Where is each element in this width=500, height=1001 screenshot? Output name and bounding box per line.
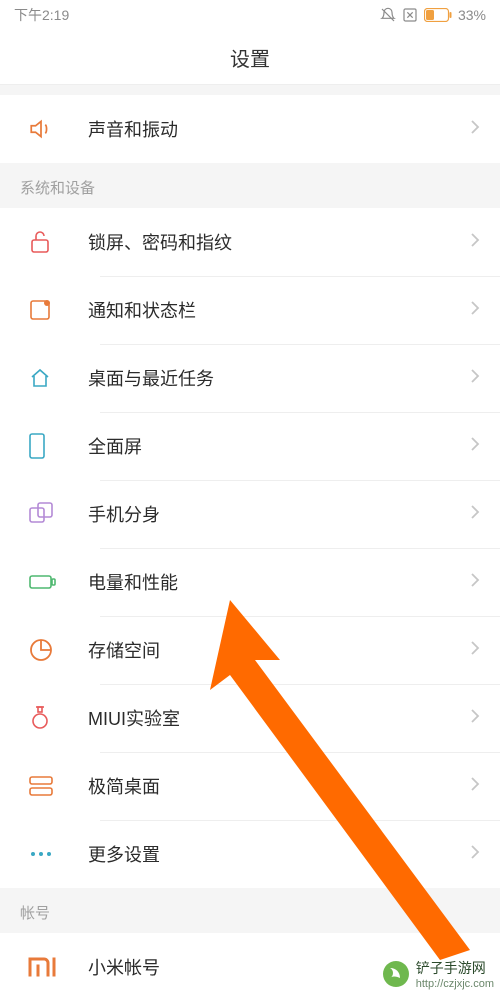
row-label: 更多设置 xyxy=(88,841,470,867)
section-header-account: 帐号 xyxy=(0,888,500,933)
lab-icon xyxy=(28,705,52,731)
row-label: 极简桌面 xyxy=(88,773,470,799)
battery-pct: 33% xyxy=(458,7,486,23)
watermark-logo-icon xyxy=(382,960,410,988)
row-label: 桌面与最近任务 xyxy=(88,365,470,391)
chevron-right-icon xyxy=(470,368,480,389)
chevron-right-icon xyxy=(470,232,480,253)
row-lockscreen[interactable]: 锁屏、密码和指纹 xyxy=(0,208,500,276)
row-label: MIUI实验室 xyxy=(88,705,470,731)
watermark-url: http://czjxjc.com xyxy=(416,978,494,990)
row-more-settings[interactable]: 更多设置 xyxy=(0,820,500,888)
row-miui-lab[interactable]: MIUI实验室 xyxy=(0,684,500,752)
chevron-right-icon xyxy=(470,119,480,140)
dual-apps-icon xyxy=(28,501,54,527)
simple-desktop-icon xyxy=(28,775,54,797)
storage-icon xyxy=(28,637,54,663)
row-label: 电量和性能 xyxy=(88,569,470,595)
row-label: 手机分身 xyxy=(88,501,470,527)
chevron-right-icon xyxy=(470,640,480,661)
status-time: 下午2:19 xyxy=(14,5,69,25)
chevron-right-icon xyxy=(470,708,480,729)
battery-icon xyxy=(424,8,452,22)
row-notification-bar[interactable]: 通知和状态栏 xyxy=(0,276,500,344)
fullscreen-icon xyxy=(28,432,46,460)
lock-icon xyxy=(28,229,52,255)
status-indicators: 33% xyxy=(380,7,486,23)
row-fullscreen[interactable]: 全面屏 xyxy=(0,412,500,480)
watermark-name: 铲子手游网 xyxy=(416,958,494,978)
row-dual-apps[interactable]: 手机分身 xyxy=(0,480,500,548)
row-storage[interactable]: 存储空间 xyxy=(0,616,500,684)
home-icon xyxy=(28,366,52,390)
chevron-right-icon xyxy=(470,436,480,457)
battery-perf-icon xyxy=(28,573,56,591)
chevron-right-icon xyxy=(470,300,480,321)
chevron-right-icon xyxy=(470,504,480,525)
row-label: 存储空间 xyxy=(88,637,470,663)
sound-icon xyxy=(28,116,54,142)
section-header-system: 系统和设备 xyxy=(0,163,500,208)
chevron-right-icon xyxy=(470,776,480,797)
more-icon xyxy=(28,849,54,859)
row-label: 声音和振动 xyxy=(88,116,470,142)
close-box-icon xyxy=(402,7,418,23)
watermark: 铲子手游网 http://czjxjc.com xyxy=(382,958,494,990)
row-label: 锁屏、密码和指纹 xyxy=(88,229,470,255)
row-sound-vibration[interactable]: 声音和振动 xyxy=(0,95,500,163)
row-label: 全面屏 xyxy=(88,433,470,459)
row-label: 通知和状态栏 xyxy=(88,297,470,323)
mi-logo-icon xyxy=(28,957,56,977)
status-bar: 下午2:19 33% xyxy=(0,0,500,30)
page-title: 设置 xyxy=(0,30,500,85)
row-simple-desktop[interactable]: 极简桌面 xyxy=(0,752,500,820)
dnd-icon xyxy=(380,7,396,23)
chevron-right-icon xyxy=(470,572,480,593)
chevron-right-icon xyxy=(470,844,480,865)
row-battery-perf[interactable]: 电量和性能 xyxy=(0,548,500,616)
row-desktop-recents[interactable]: 桌面与最近任务 xyxy=(0,344,500,412)
notification-bar-icon xyxy=(28,298,52,322)
